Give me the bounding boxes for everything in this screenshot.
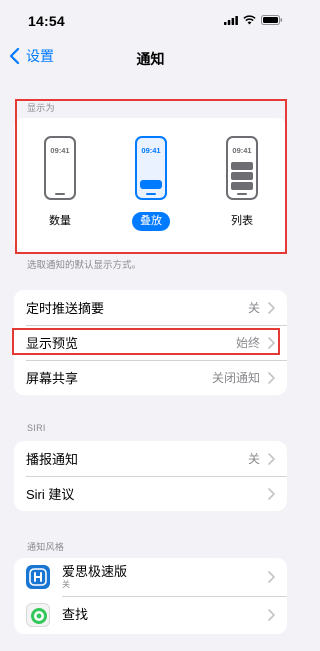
row-value: 关闭通知 (211, 371, 260, 385)
display-as-footer: 选取通知的默认显示方式。 (27, 260, 142, 271)
wifi-icon (243, 15, 256, 25)
find-my-app-icon (26, 603, 50, 627)
stacked-notification-bar (140, 180, 162, 189)
screen-sharing-row[interactable]: 屏幕共享 关闭通知 (14, 360, 287, 395)
app-row-aisi[interactable]: 爱思极速版 关 (14, 558, 287, 596)
preview-time: 09:41 (141, 146, 161, 155)
phone-list-preview: 09:41 (226, 136, 258, 200)
display-option-stack-label: 叠放 (132, 212, 170, 231)
siri-settings-group: 播报通知 关 Siri 建议 (14, 441, 287, 511)
display-option-list[interactable]: 09:41 列表 (207, 136, 277, 231)
page-title: 通知 (136, 51, 165, 67)
status-bar: 14:54 (0, 0, 301, 40)
signal-icon (224, 15, 238, 25)
chevron-right-icon (268, 301, 275, 314)
home-indicator (237, 193, 247, 195)
row-value: 关 (247, 452, 260, 466)
display-style-picker: 09:41 数量 09:41 叠放 09:41 列表 (14, 118, 287, 252)
display-option-stack[interactable]: 09:41 叠放 (116, 136, 186, 231)
announce-notifications-row[interactable]: 播报通知 关 (14, 441, 287, 476)
list-notification-bar (231, 172, 253, 180)
status-time: 14:54 (28, 13, 65, 29)
siri-header: SIRI (27, 423, 46, 433)
phone-stack-preview: 09:41 (135, 136, 167, 200)
display-as-header: 显示为 (27, 103, 55, 113)
row-label: 屏幕共享 (26, 371, 79, 386)
navigation-bar: 设置 通知 (0, 40, 301, 74)
chevron-right-icon (268, 336, 275, 349)
list-notification-bar (231, 162, 253, 170)
preview-time: 09:41 (50, 146, 70, 155)
home-indicator (55, 193, 65, 195)
app-row-find-my[interactable]: 查找 (14, 596, 287, 634)
notification-style-header: 通知风格 (27, 542, 65, 552)
chevron-right-icon (268, 571, 275, 583)
notification-settings-group: 定时推送摘要 关 显示预览 始终 屏幕共享 关闭通知 (14, 290, 287, 395)
display-option-count[interactable]: 09:41 数量 (25, 136, 95, 231)
row-label: Siri 建议 (26, 487, 75, 502)
row-label: 定时推送摘要 (26, 301, 105, 316)
chevron-right-icon (268, 371, 275, 384)
show-previews-row[interactable]: 显示预览 始终 (14, 325, 287, 360)
display-option-list-label: 列表 (231, 215, 253, 227)
scheduled-summary-row[interactable]: 定时推送摘要 关 (14, 290, 287, 325)
chevron-right-icon (268, 452, 275, 465)
home-indicator (146, 193, 156, 195)
row-label: 显示预览 (26, 336, 79, 351)
battery-icon (261, 15, 283, 25)
chevron-right-icon (268, 487, 275, 500)
siri-suggestions-row[interactable]: Siri 建议 (14, 476, 287, 511)
list-notification-bar (231, 182, 253, 190)
status-icons (224, 15, 283, 25)
row-value: 始终 (235, 336, 260, 350)
preview-time: 09:41 (232, 146, 252, 155)
display-option-count-label: 数量 (49, 215, 71, 227)
app-name: 爱思极速版 (62, 564, 128, 579)
row-value: 关 (247, 301, 260, 315)
row-label: 播报通知 (26, 452, 79, 467)
chevron-right-icon (268, 609, 275, 621)
app-subtitle: 关 (62, 580, 70, 589)
phone-count-preview: 09:41 (44, 136, 76, 200)
app-name: 查找 (62, 607, 89, 622)
aisi-app-icon (26, 565, 50, 589)
app-list: 爱思极速版 关 查找 (14, 558, 287, 634)
